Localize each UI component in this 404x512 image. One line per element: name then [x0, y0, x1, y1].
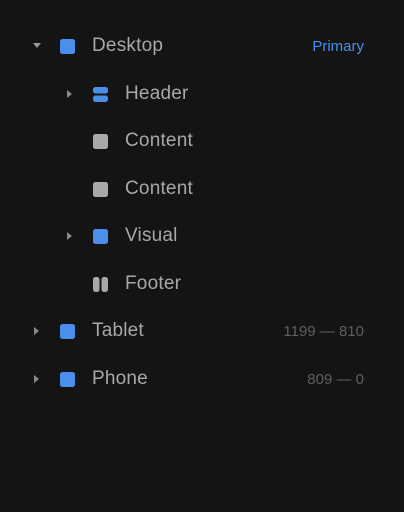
layers-panel: Desktop Primary Header Content Content V…	[0, 0, 404, 512]
breakpoint-range: 1199 — 810	[283, 322, 364, 340]
layer-label: Tablet	[92, 320, 144, 341]
layer-row-footer[interactable]: Footer	[0, 266, 404, 302]
gray-square-frame-icon	[93, 181, 108, 197]
caret-right-icon[interactable]	[32, 374, 42, 384]
gray-square-frame-icon	[93, 133, 108, 149]
blue-square-frame-icon	[93, 228, 108, 244]
layer-label: Visual	[125, 225, 178, 246]
columns-frame-icon	[93, 276, 108, 292]
blue-square-frame-icon	[60, 38, 75, 54]
caret-down-icon[interactable]	[32, 41, 42, 51]
breakpoint-range: 809 — 0	[307, 370, 364, 388]
layer-row-header[interactable]: Header	[0, 76, 404, 112]
layer-label: Header	[125, 83, 189, 104]
caret-right-icon[interactable]	[65, 89, 75, 99]
caret-right-icon[interactable]	[65, 231, 75, 241]
caret-right-icon[interactable]	[32, 326, 42, 336]
layer-row-visual[interactable]: Visual	[0, 218, 404, 254]
layer-row-phone[interactable]: Phone 809 — 0	[0, 361, 404, 397]
layer-row-content[interactable]: Content	[0, 123, 404, 159]
layer-row-tablet[interactable]: Tablet 1199 — 810	[0, 313, 404, 349]
layer-label: Phone	[92, 368, 148, 389]
stack-frame-icon	[93, 86, 108, 102]
primary-badge: Primary	[312, 37, 364, 55]
layer-label: Desktop	[92, 35, 164, 56]
layer-row-desktop[interactable]: Desktop Primary	[0, 28, 404, 64]
layer-label: Content	[125, 130, 193, 151]
layer-label: Content	[125, 178, 193, 199]
blue-square-frame-icon	[60, 371, 75, 387]
layer-row-content[interactable]: Content	[0, 171, 404, 207]
blue-square-frame-icon	[60, 323, 75, 339]
layer-label: Footer	[125, 273, 182, 294]
